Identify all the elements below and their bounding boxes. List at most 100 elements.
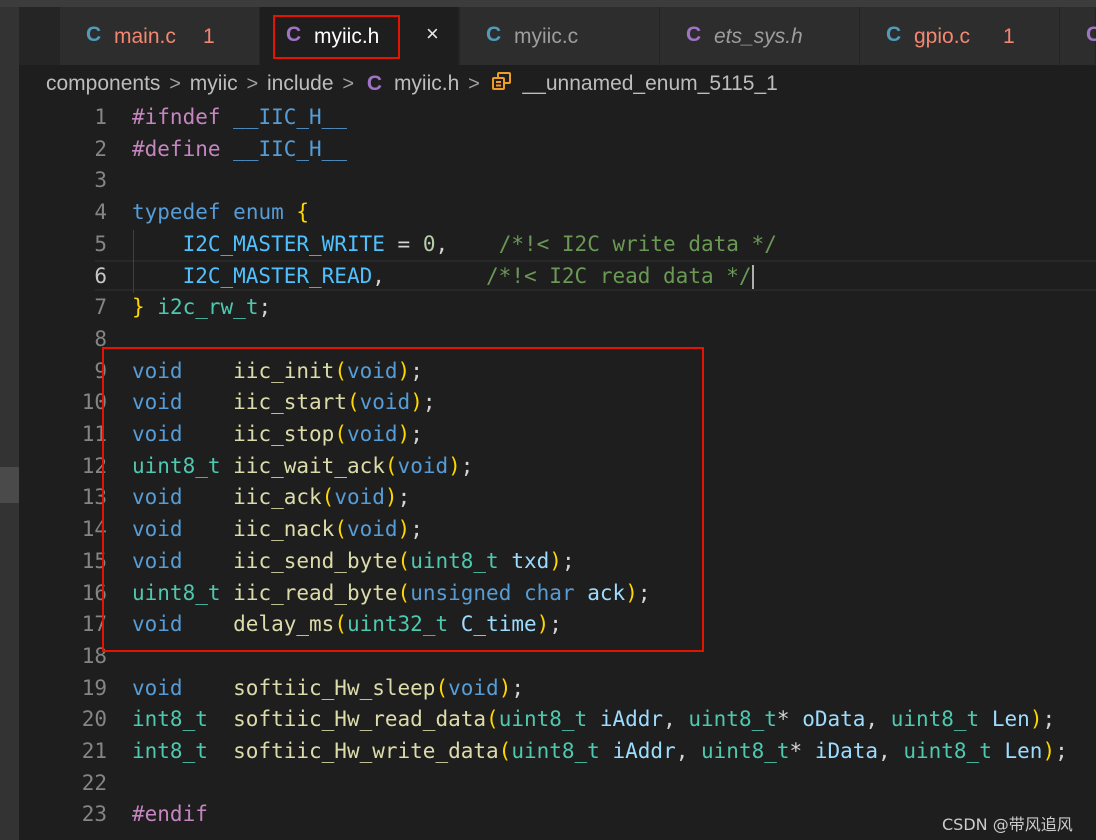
code-token: 0 bbox=[422, 231, 436, 256]
code-text: } i2c_rw_t; bbox=[132, 295, 271, 319]
watermark: CSDN @带风追风 bbox=[942, 815, 1073, 834]
line-number: 11 bbox=[81, 422, 107, 446]
code-line[interactable]: 19 void softiic_Hw_sleep(void); bbox=[19, 673, 1096, 704]
tab-label: myiic.c bbox=[514, 25, 579, 48]
code-token: __IIC_H__ bbox=[233, 105, 347, 129]
code-token: ; bbox=[258, 295, 272, 320]
code-token: void bbox=[448, 675, 499, 700]
code-text: int8_t softiic_Hw_write_data(uint8_t iAd… bbox=[132, 739, 1068, 763]
breadcrumb-item-components[interactable]: components bbox=[46, 72, 160, 96]
scroll-marker bbox=[0, 467, 19, 503]
code-text: void softiic_Hw_sleep(void); bbox=[132, 676, 524, 700]
code-line[interactable]: 23 #endif bbox=[19, 799, 1096, 830]
code-token: , bbox=[372, 263, 487, 288]
text-cursor bbox=[751, 264, 754, 289]
code-line[interactable]: 22 bbox=[19, 768, 1096, 799]
code-token: /*!< I2C read data */ bbox=[486, 263, 752, 288]
highlight-box-functions bbox=[102, 347, 704, 652]
code-line[interactable]: 5 I2C_MASTER_WRITE = 0, /*!< I2C write d… bbox=[19, 229, 1096, 260]
h-file-icon: C bbox=[1086, 23, 1096, 46]
code-token: int8_t bbox=[132, 707, 208, 732]
code-line[interactable]: 20 int8_t softiic_Hw_read_data(uint8_t iA… bbox=[19, 704, 1096, 735]
code-token: ; bbox=[511, 675, 524, 700]
code-token: int8_t bbox=[132, 739, 208, 763]
code-token: ) bbox=[1042, 739, 1056, 763]
tab-label: ets_sys.h bbox=[714, 25, 803, 48]
line-number: 4 bbox=[94, 200, 107, 225]
code-token: enum bbox=[233, 200, 284, 225]
code-token: * bbox=[776, 707, 803, 732]
code-token: typedef bbox=[132, 200, 221, 225]
line-number: 14 bbox=[81, 517, 107, 542]
code-line[interactable]: 21 int8_t softiic_Hw_write_data(uint8_t i… bbox=[19, 736, 1096, 767]
code-text: I2C_MASTER_WRITE = 0, /*!< I2C write dat… bbox=[132, 232, 777, 256]
code-text: #define __IIC_H__ bbox=[132, 137, 347, 161]
code-token: softiic_Hw_write_data bbox=[233, 739, 499, 763]
code-line[interactable]: 4 typedef enum { bbox=[19, 197, 1096, 228]
tab-main-c[interactable]: C main.c 1 bbox=[60, 7, 260, 65]
line-number: 8 bbox=[94, 326, 107, 351]
line-number: 2 bbox=[94, 136, 107, 161]
code-token: ; bbox=[1055, 739, 1068, 763]
close-icon[interactable]: × bbox=[426, 21, 439, 47]
line-number: 7 bbox=[94, 295, 107, 320]
breadcrumb-item-file[interactable]: myiic.h bbox=[394, 72, 459, 96]
code-text: I2C_MASTER_READ, /*!< I2C read data */ bbox=[132, 264, 754, 289]
breadcrumb: components > myiic > include > C myiic.h… bbox=[46, 71, 778, 99]
code-text: #endif bbox=[132, 802, 208, 826]
line-number: 12 bbox=[81, 453, 107, 478]
tab-myiic-c[interactable]: C myiic.c bbox=[460, 7, 660, 65]
line-number: 9 bbox=[94, 358, 107, 383]
code-token: uint8_t bbox=[890, 707, 980, 732]
code-token: , bbox=[435, 231, 499, 256]
code-token: uint8_t bbox=[498, 707, 588, 732]
code-line[interactable]: 1 #ifndef __IIC_H__ bbox=[19, 102, 1096, 133]
breadcrumb-item-myiic[interactable]: myiic bbox=[190, 72, 238, 96]
line-number: 16 bbox=[81, 580, 107, 605]
code-token: , bbox=[878, 739, 904, 763]
line-number: 15 bbox=[81, 548, 107, 573]
line-number: 17 bbox=[81, 612, 107, 637]
code-line[interactable]: 2 #define __IIC_H__ bbox=[19, 134, 1096, 165]
code-token: } bbox=[132, 295, 145, 320]
tab-gpio-c[interactable]: C gpio.c 1 bbox=[860, 7, 1060, 65]
h-file-icon: C bbox=[366, 72, 383, 95]
code-token: /*!< I2C write data */ bbox=[498, 231, 777, 256]
code-line[interactable]: 6 I2C_MASTER_READ, /*!< I2C read data */ bbox=[19, 261, 1096, 292]
code-token: iAddr bbox=[599, 707, 664, 732]
code-token: ( bbox=[435, 675, 449, 700]
line-number: 20 bbox=[81, 707, 107, 732]
tab-overflow[interactable]: C bbox=[1060, 7, 1096, 65]
problem-count-badge: 1 bbox=[1003, 25, 1015, 48]
breadcrumb-item-include[interactable]: include bbox=[267, 72, 334, 96]
line-number: 1 bbox=[94, 105, 107, 129]
code-token: I2C_MASTER_READ bbox=[182, 263, 373, 288]
code-text: #ifndef __IIC_H__ bbox=[132, 105, 347, 129]
tab-ets-sys-h[interactable]: C ets_sys.h bbox=[660, 7, 860, 65]
code-line[interactable]: 3 bbox=[19, 165, 1096, 196]
code-token: { bbox=[296, 200, 310, 225]
chevron-right-icon: > bbox=[468, 72, 480, 95]
line-number: 3 bbox=[94, 168, 107, 193]
line-number: 13 bbox=[81, 485, 107, 510]
code-line[interactable]: 7 } i2c_rw_t; bbox=[19, 292, 1096, 323]
code-token: iData bbox=[814, 739, 879, 763]
h-file-icon: C bbox=[686, 23, 702, 46]
code-token: softiic_Hw_sleep bbox=[233, 675, 436, 700]
code-token: uint8_t bbox=[701, 739, 790, 763]
breadcrumb-item-symbol[interactable]: __unnamed_enum_5115_1 bbox=[523, 72, 778, 96]
code-token: ( bbox=[486, 707, 499, 732]
code-token: = bbox=[384, 231, 423, 256]
line-number: 6 bbox=[94, 263, 107, 288]
code-token: ) bbox=[1029, 707, 1043, 732]
line-number: 10 bbox=[81, 390, 107, 415]
